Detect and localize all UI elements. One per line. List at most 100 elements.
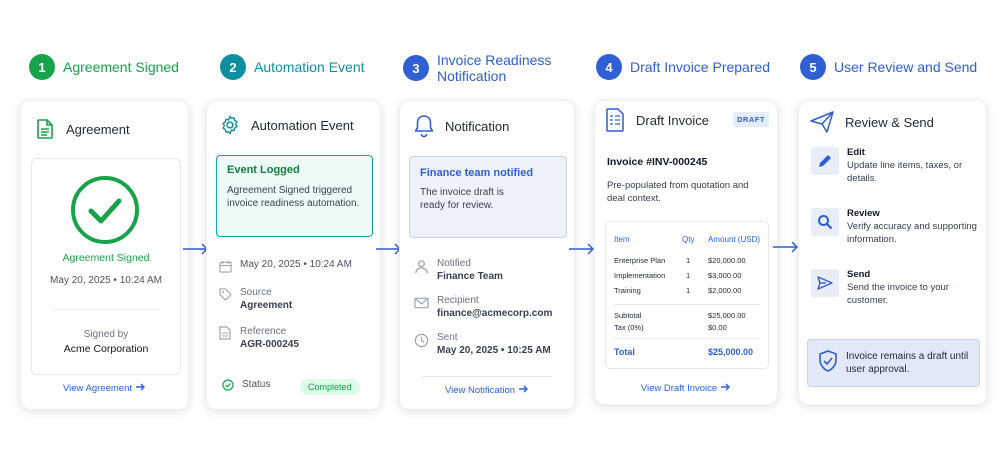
- status-badge: Completed: [300, 379, 360, 395]
- step-number: 5: [800, 54, 826, 80]
- bell-icon: [413, 115, 435, 138]
- total-row: Total $25,000.00: [614, 347, 760, 357]
- link-label: View Notification: [444, 385, 516, 396]
- tax-label: Tax (0%): [614, 323, 644, 332]
- item-qty: 1: [686, 271, 691, 280]
- event-title: Event Logged: [227, 164, 300, 176]
- action-text: Send the invoice to your customer.: [847, 282, 949, 306]
- view-notification-link[interactable]: View Notification: [400, 385, 574, 396]
- source-value: Agreement: [240, 300, 293, 311]
- sent-row: Sent May 20, 2025 • 10:25 AM: [413, 332, 551, 356]
- action-send[interactable]: Send Send the invoice to your customer.: [811, 269, 967, 307]
- invoice-number: Invoice #INV-000245: [607, 156, 708, 168]
- invoice-description: Pre-populated from quotation and deal co…: [607, 180, 749, 204]
- card-title: Review & Send: [845, 114, 934, 130]
- step-title: Invoice Readiness Notification: [437, 52, 552, 84]
- notified-value: Finance Team: [437, 271, 503, 282]
- link-label: View Agreement: [62, 383, 132, 394]
- item-amount: $2,000.00: [708, 286, 742, 295]
- signed-status: Agreement Signed: [62, 252, 150, 264]
- invoice-document-icon: [604, 108, 626, 132]
- table-header-row: Item Qty Amount (USD): [614, 232, 760, 247]
- subtotal-row: Subtotal $25,000.00: [614, 311, 760, 320]
- item-qty: 1: [686, 286, 691, 295]
- agreement-card: Agreement Agreement Signed May 20, 2025 …: [20, 100, 189, 410]
- action-text: Verify accuracy and supporting informati…: [847, 221, 977, 245]
- user-icon: [413, 258, 429, 274]
- subtotal-value: $25,000.00: [708, 311, 746, 320]
- arrow-right-icon: [136, 383, 146, 394]
- event-date: May 20, 2025 • 10:24 AM: [240, 259, 352, 270]
- event-logged-box: Event Logged Agreement Signed triggered …: [216, 155, 373, 237]
- column-header-item: Item: [614, 235, 630, 244]
- document-icon: [34, 118, 56, 140]
- divider: [54, 309, 160, 310]
- flow-arrow: [773, 241, 798, 253]
- notified-label: Notified: [437, 258, 471, 269]
- card-header: Automation Event: [219, 114, 354, 136]
- notified-row: Notified Finance Team: [413, 258, 503, 282]
- signed-by-value: Acme Corporation: [63, 343, 149, 355]
- action-title: Edit: [847, 147, 865, 158]
- step-2-header: 2 Automation Event: [220, 54, 365, 80]
- check-circle-small-icon: [221, 378, 234, 391]
- view-agreement-link[interactable]: View Agreement: [21, 383, 188, 394]
- calendar-icon: [218, 259, 232, 273]
- status-label: Status: [242, 379, 271, 390]
- link-label: View Draft Invoice: [640, 383, 718, 394]
- action-review[interactable]: Review Verify accuracy and supporting in…: [811, 208, 987, 246]
- shield-check-icon: [818, 349, 838, 377]
- item-qty: 1: [686, 256, 691, 265]
- reference-label: Reference: [240, 326, 287, 337]
- source-row: Source Agreement: [218, 287, 292, 311]
- step-number: 1: [29, 54, 55, 80]
- step-title: Draft Invoice Prepared: [630, 59, 771, 75]
- table-row: Implementation 1 $3,000.00: [614, 268, 760, 283]
- finance-notified-box: Finance team notified The invoice draft …: [409, 156, 567, 238]
- review-send-card: Review & Send Edit Update line items, ta…: [798, 100, 987, 405]
- invoice-table-panel: Item Qty Amount (USD) Enterprise Plan 1 …: [605, 221, 769, 369]
- step-number: 4: [596, 54, 622, 80]
- check-circle-icon: [70, 175, 140, 250]
- table-row: Training 1 $2,000.00: [614, 283, 760, 298]
- step-number: 2: [220, 54, 246, 80]
- divider: [614, 338, 760, 339]
- card-title: Draft Invoice: [636, 112, 709, 128]
- step-3-header: 3 Invoice Readiness Notification: [403, 52, 567, 84]
- card-header: Review & Send: [809, 109, 934, 135]
- step-title: Agreement Signed: [63, 59, 179, 75]
- step-4-header: 4 Draft Invoice Prepared: [596, 54, 770, 80]
- card-title: Agreement: [66, 121, 130, 137]
- step-title: User Review and Send: [834, 59, 978, 75]
- flow-arrow: [569, 243, 594, 255]
- arrow-right-icon: [519, 385, 529, 396]
- tag-icon: [218, 287, 232, 301]
- sent-label: Sent: [437, 332, 458, 343]
- item-name: Enterprise Plan: [614, 256, 666, 265]
- recipient-row: Recipient finance@acmecorp.com: [413, 295, 552, 319]
- card-header: Notification: [413, 115, 509, 138]
- note-text: Invoice remains a draft until user appro…: [846, 351, 969, 375]
- card-header: Agreement: [34, 118, 130, 140]
- step-5-header: 5 User Review and Send: [800, 54, 977, 80]
- step-title: Automation Event: [254, 59, 365, 75]
- column-header-amount: Amount (USD): [708, 235, 761, 244]
- column-header-qty: Qty: [682, 235, 695, 244]
- action-text: Update line items, taxes, or details.: [847, 160, 963, 184]
- tax-value: $0.00: [708, 323, 727, 332]
- recipient-label: Recipient: [437, 295, 479, 306]
- action-title: Review: [847, 208, 880, 219]
- paper-plane-icon: [809, 109, 835, 135]
- status-row: Status: [221, 378, 270, 391]
- event-text: Agreement Signed triggered invoice readi…: [227, 185, 360, 209]
- action-edit[interactable]: Edit Update line items, taxes, or detail…: [811, 147, 977, 185]
- draft-invoice-card: Draft Invoice DRAFT Invoice #INV-000245 …: [594, 100, 778, 405]
- send-icon: [811, 269, 839, 297]
- source-label: Source: [240, 287, 272, 298]
- view-draft-invoice-link[interactable]: View Draft Invoice: [595, 383, 777, 394]
- signed-by-label: Signed by: [83, 329, 129, 340]
- table-row: Enterprise Plan 1 $20,000.00: [614, 253, 760, 268]
- action-title: Send: [847, 269, 871, 280]
- event-date-row: May 20, 2025 • 10:24 AM: [218, 259, 352, 273]
- gear-icon: [219, 114, 241, 136]
